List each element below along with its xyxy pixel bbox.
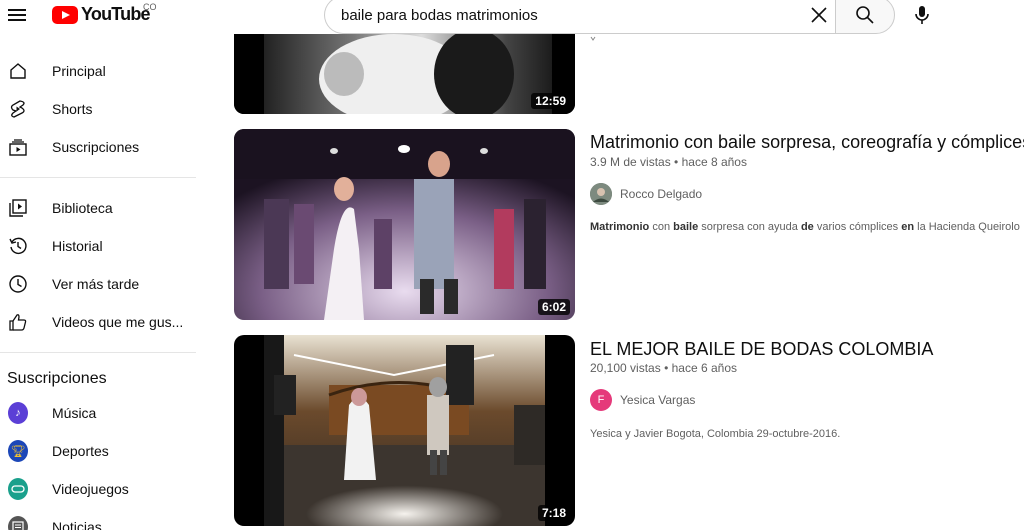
meta-separator: • xyxy=(664,361,672,375)
search-box xyxy=(324,0,835,34)
description-text: la Hacienda Queirolo xyxy=(914,221,1020,233)
description-text: sorpresa con ayuda xyxy=(698,221,801,233)
sidebar-item-history[interactable]: Historial xyxy=(0,227,200,265)
video-duration: 7:18 xyxy=(537,505,570,521)
sidebar-item-label: Noticias xyxy=(52,519,102,530)
channel-avatar xyxy=(590,183,612,205)
sidebar-divider xyxy=(0,352,196,353)
channel-link[interactable]: Rocco Delgado xyxy=(590,183,702,205)
subscriptions-section-title: Suscripciones xyxy=(7,370,107,387)
video-thumbnail[interactable]: 7:18 xyxy=(234,335,575,526)
gaming-icon xyxy=(8,478,28,500)
description-text: varios cómplices xyxy=(813,221,902,233)
video-description: Yesica y Javier Bogota, Colombia 29-octu… xyxy=(590,428,841,440)
sidebar-item-subscriptions[interactable]: Suscripciones xyxy=(0,128,200,166)
description-keyword: baile xyxy=(673,221,699,233)
sidebar-item-label: Historial xyxy=(52,238,103,254)
music-icon: ♪ xyxy=(8,402,28,424)
sidebar-item-label: Videos que me gus... xyxy=(52,314,184,330)
microphone-icon[interactable] xyxy=(910,3,934,27)
truncated-text-fragment-icon xyxy=(590,36,596,41)
sidebar-item-watch-later[interactable]: Ver más tarde xyxy=(0,265,200,303)
sidebar-item-label: Shorts xyxy=(52,101,93,117)
sidebar-item-label: Biblioteca xyxy=(52,200,113,216)
description-keyword: en xyxy=(901,221,915,233)
video-age: hace 8 años xyxy=(681,155,747,169)
search-icon xyxy=(856,6,874,24)
sports-icon: 🏆︎ xyxy=(8,440,28,462)
video-meta: 3.9 M de vistas • hace 8 años xyxy=(590,155,747,169)
watch-later-icon xyxy=(8,274,28,294)
sidebar-divider xyxy=(0,177,196,178)
search-button[interactable] xyxy=(835,0,895,34)
country-code: CO xyxy=(143,2,157,12)
subscriptions-icon xyxy=(8,137,28,157)
sidebar-item-shorts[interactable]: Shorts xyxy=(0,90,200,128)
thumbnail-image xyxy=(234,335,575,526)
thumbnail-image xyxy=(234,24,575,114)
channel-link[interactable]: F Yesica Vargas xyxy=(590,389,695,411)
description-keyword: de xyxy=(800,221,814,233)
home-icon xyxy=(8,61,28,81)
youtube-play-logo-icon xyxy=(52,5,78,24)
sidebar-item-library[interactable]: Biblioteca xyxy=(0,189,200,227)
channel-name: Yesica Vargas xyxy=(620,393,696,407)
video-views: 20,100 vistas xyxy=(590,361,661,375)
video-views: 3.9 M de vistas xyxy=(590,155,671,169)
liked-icon xyxy=(8,312,28,332)
logo-text: YouTube xyxy=(81,4,151,24)
sidebar-item-liked-videos[interactable]: Videos que me gus... xyxy=(0,303,200,341)
library-icon xyxy=(8,198,28,218)
description-keyword: Matrimonio xyxy=(590,221,650,233)
meta-separator: • xyxy=(674,155,682,169)
sidebar-item-music[interactable]: ♪ Música xyxy=(0,394,200,432)
top-bar: YouTube CO xyxy=(0,0,1024,34)
video-thumbnail[interactable]: 6:02 xyxy=(234,129,575,320)
sidebar-item-label: Música xyxy=(52,405,97,421)
sidebar-item-gaming[interactable]: Videojuegos xyxy=(0,470,200,508)
video-title[interactable]: EL MEJOR BAILE DE BODAS COLOMBIA xyxy=(590,339,933,360)
channel-name: Rocco Delgado xyxy=(620,187,703,201)
clear-search-icon[interactable] xyxy=(809,5,829,25)
youtube-logo[interactable]: YouTube xyxy=(52,4,151,25)
video-duration: 12:59 xyxy=(531,93,570,109)
shorts-icon xyxy=(8,99,28,119)
sidebar-item-label: Videojuegos xyxy=(52,481,129,497)
news-icon xyxy=(8,516,28,530)
sidebar-item-sports[interactable]: 🏆︎ Deportes xyxy=(0,432,200,470)
thumbnail-image xyxy=(234,129,575,320)
history-icon xyxy=(8,236,28,256)
sidebar-item-news[interactable]: Noticias xyxy=(0,508,200,530)
sidebar: Principal Shorts Suscripciones Bibliotec… xyxy=(0,52,200,530)
sidebar-item-label: Deportes xyxy=(52,443,109,459)
video-thumbnail[interactable]: 12:59 xyxy=(234,24,575,114)
sidebar-item-principal[interactable]: Principal xyxy=(0,52,200,90)
sidebar-item-label: Principal xyxy=(52,63,106,79)
search-input[interactable] xyxy=(341,7,781,24)
video-duration: 6:02 xyxy=(537,299,570,315)
menu-icon[interactable] xyxy=(8,6,28,24)
video-description: Matrimonio con baile sorpresa con ayuda … xyxy=(590,221,1020,233)
description-text: con xyxy=(649,221,674,233)
video-title[interactable]: Matrimonio con baile sorpresa, coreograf… xyxy=(590,132,1024,153)
video-age: hace 6 años xyxy=(671,361,737,375)
channel-avatar: F xyxy=(590,389,612,411)
sidebar-item-label: Suscripciones xyxy=(52,139,140,155)
video-meta: 20,100 vistas • hace 6 años xyxy=(590,361,737,375)
sidebar-item-label: Ver más tarde xyxy=(52,276,140,292)
